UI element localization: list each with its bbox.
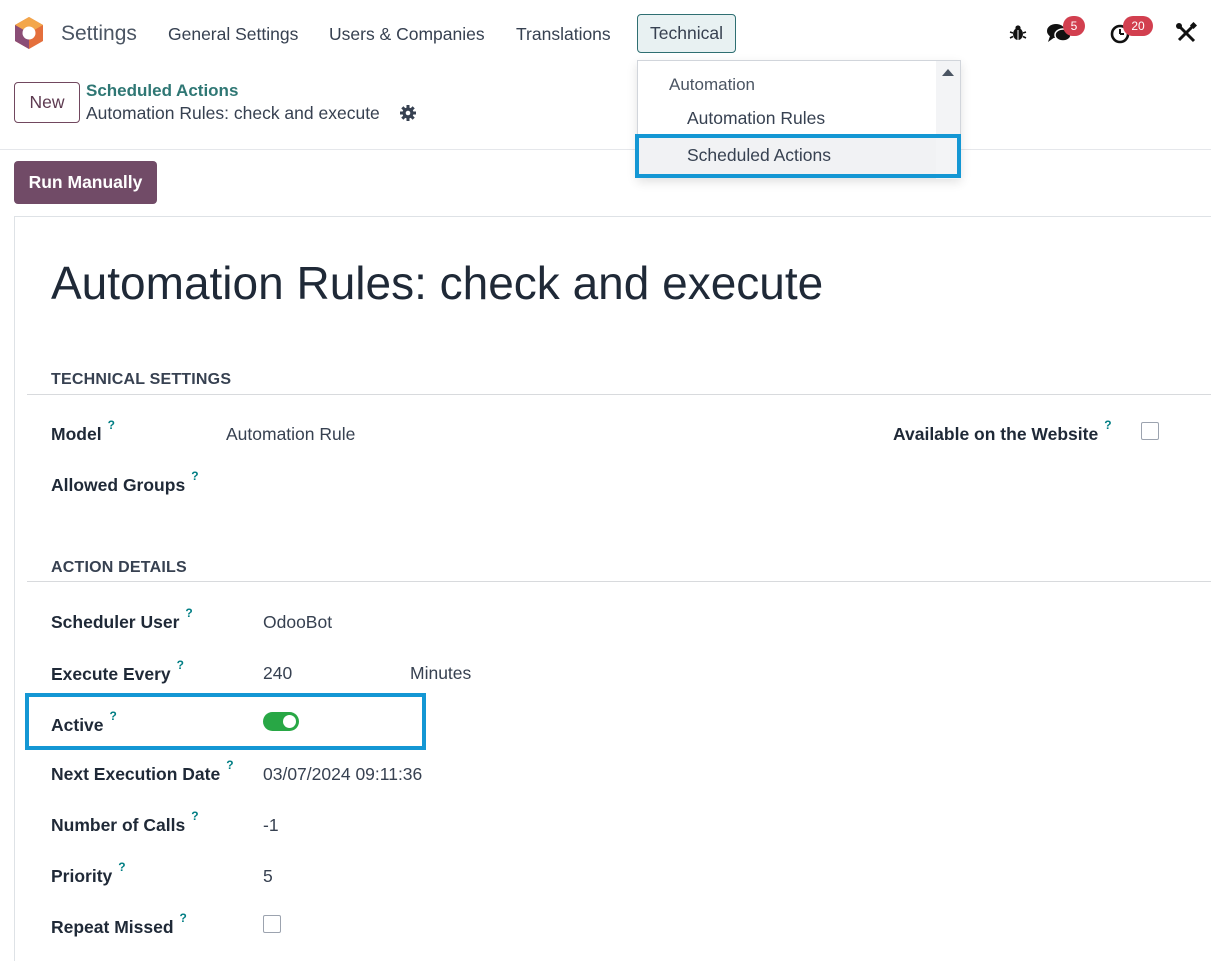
section-technical-settings: TECHNICAL SETTINGS [51,371,232,388]
help-icon[interactable]: ? [191,809,198,823]
repeat-missed-checkbox[interactable] [263,915,281,933]
next-execution-value[interactable]: 03/07/2024 09:11:36 [263,764,422,785]
menu-translations[interactable]: Translations [516,24,611,45]
top-navbar: Settings General Settings Users & Compan… [0,0,1211,70]
app-title[interactable]: Settings [61,22,137,46]
breadcrumb-scheduled-actions[interactable]: Scheduled Actions [86,81,238,101]
section-action-details: ACTION DETAILS [51,559,187,576]
tools-icon[interactable] [1175,22,1197,44]
model-label: Model? [51,418,115,444]
dropdown-item-automation-rules[interactable]: Automation Rules [687,108,825,129]
help-icon[interactable]: ? [108,418,115,432]
record-title[interactable]: Automation Rules: check and execute [51,256,823,310]
help-icon[interactable]: ? [180,911,187,925]
menu-technical[interactable]: Technical [637,14,736,53]
control-panel: New Scheduled Actions Automation Rules: … [0,70,1211,150]
scheduler-user-value[interactable]: OdooBot [263,612,332,633]
section-divider [27,581,1211,582]
execute-every-label: Execute Every? [51,658,185,684]
priority-value[interactable]: 5 [263,866,273,887]
help-icon[interactable]: ? [226,758,233,772]
allowed-groups-label: Allowed Groups? [51,469,199,495]
next-execution-label: Next Execution Date? [51,758,234,784]
help-icon[interactable]: ? [191,469,198,483]
new-button[interactable]: New [14,82,80,123]
repeat-missed-label: Repeat Missed? [51,911,187,937]
execute-every-value[interactable]: 240 [263,663,292,684]
messages-badge: 5 [1063,16,1085,36]
menu-users-companies[interactable]: Users & Companies [329,24,485,45]
scheduler-user-label: Scheduler User? [51,606,193,632]
odoo-app-logo-icon[interactable] [12,16,46,50]
breadcrumb-current: Automation Rules: check and execute [86,103,380,123]
form-sheet [14,216,1211,961]
scroll-up-arrow-icon[interactable] [942,69,954,76]
menu-general-settings[interactable]: General Settings [168,24,298,45]
help-icon[interactable]: ? [118,860,125,874]
help-icon[interactable]: ? [1104,418,1111,432]
number-of-calls-label: Number of Calls? [51,809,199,835]
dropdown-header-automation: Automation [669,75,755,94]
execute-every-unit[interactable]: Minutes [410,663,471,684]
gear-icon[interactable] [399,104,417,122]
section-divider [27,394,1211,395]
activities-badge: 20 [1123,16,1153,36]
model-value[interactable]: Automation Rule [226,424,355,445]
help-icon[interactable]: ? [177,658,184,672]
bug-icon[interactable] [1009,24,1027,42]
number-of-calls-value[interactable]: -1 [263,815,279,836]
priority-label: Priority? [51,860,126,886]
website-checkbox[interactable] [1141,422,1159,440]
run-manually-button[interactable]: Run Manually [14,161,157,204]
website-label: Available on the Website? [893,418,1112,444]
help-icon[interactable]: ? [185,606,192,620]
scheduled-actions-highlight-box [635,134,961,178]
active-highlight-box [25,693,426,750]
